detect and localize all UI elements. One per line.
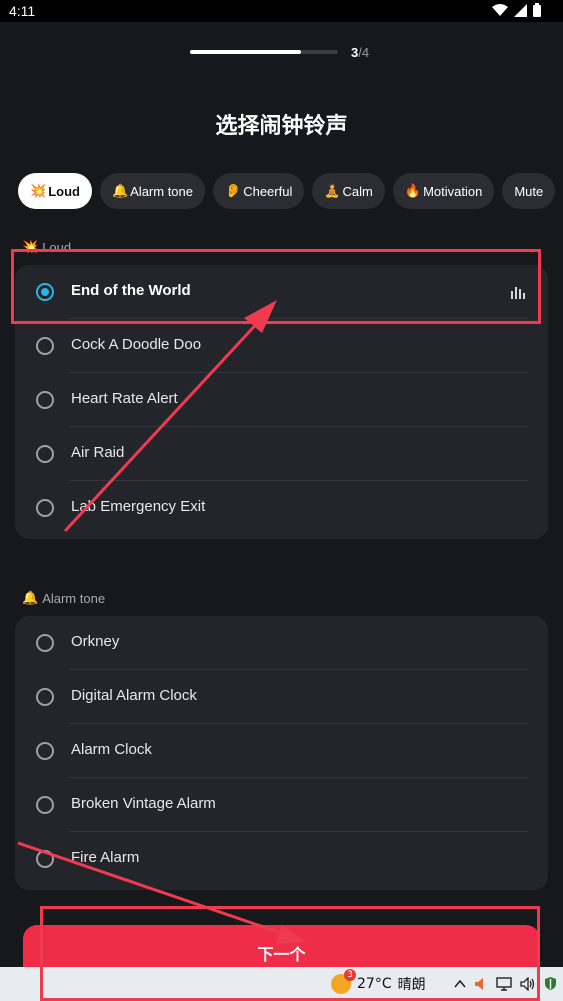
status-bar: 4:11 <box>0 0 563 22</box>
chip-motivation[interactable]: 🔥 Motivation <box>392 173 495 209</box>
section-label: Alarm tone <box>42 590 106 606</box>
ringtone-label: Heart Rate Alert <box>71 390 178 407</box>
ringtone-label: Alarm Clock <box>71 741 152 758</box>
ringtone-item[interactable]: Broken Vintage Alarm <box>15 778 548 832</box>
chevron-up-icon[interactable] <box>454 979 466 989</box>
chip-loud[interactable]: 💥 Loud <box>18 173 92 209</box>
section-title-alarm-tone: 🔔 Alarm tone <box>22 590 105 606</box>
weather-condition: 晴朗 <box>397 977 426 993</box>
ringtone-item[interactable]: Fire Alarm <box>15 832 548 886</box>
ringtone-label: Broken Vintage Alarm <box>71 795 216 812</box>
speaker-muted-icon[interactable] <box>474 977 488 991</box>
temperature: 27°C <box>357 976 392 992</box>
chip-label: Calm <box>342 183 373 199</box>
ringtone-item[interactable]: Digital Alarm Clock <box>15 670 548 724</box>
ringtone-label: Air Raid <box>71 444 125 461</box>
chip-label: Loud <box>48 183 80 199</box>
ringtone-label: Fire Alarm <box>71 849 140 866</box>
playing-bars-icon <box>511 287 525 299</box>
ringtone-label: Orkney <box>71 633 120 650</box>
ringtone-item[interactable]: Lab Emergency Exit <box>15 481 548 535</box>
weather-badge: 3 <box>344 969 356 981</box>
weather-widget[interactable]: 3 27°C 晴朗 <box>331 969 426 994</box>
ringtone-label: End of the World <box>71 282 191 299</box>
section-title-loud: 💥 Loud <box>22 239 71 255</box>
category-chips: 💥 Loud 🔔 Alarm tone 👂 Cheerful 🧘 Calm 🔥 Motivatio… <box>18 173 556 209</box>
radio-button[interactable] <box>36 796 54 814</box>
sun-icon: 3 <box>331 969 356 994</box>
progress-bar <box>190 50 338 54</box>
progress-fill <box>190 50 301 54</box>
battery-icon <box>533 3 541 17</box>
chip-label: Mute <box>514 183 544 199</box>
radio-button[interactable] <box>36 634 54 652</box>
status-time: 4:11 <box>9 3 36 19</box>
chip-emoji-icon: 🧘 <box>324 183 341 198</box>
chip-emoji-icon: 🔥 <box>404 183 422 198</box>
ringtone-item[interactable]: Heart Rate Alert <box>15 373 548 427</box>
ringtone-item[interactable]: Cock A Doodle Doo <box>15 319 548 373</box>
ringtone-label: Lab Emergency Exit <box>71 498 206 515</box>
chip-mute[interactable]: Mute <box>502 173 556 209</box>
radio-button[interactable] <box>36 337 54 355</box>
radio-button[interactable] <box>36 850 54 868</box>
radio-button[interactable] <box>36 445 54 463</box>
ringtone-list-alarm-tone: Orkney Digital Alarm Clock Alarm Clock Brok… <box>15 616 548 890</box>
radio-button[interactable] <box>36 391 54 409</box>
ringtone-item[interactable]: Alarm Clock <box>15 724 548 778</box>
chip-label: Alarm tone <box>130 183 194 199</box>
section-emoji: 💥 <box>22 239 39 254</box>
status-icons <box>492 3 541 17</box>
chip-alarm-tone[interactable]: 🔔 Alarm tone <box>99 173 206 209</box>
ringtone-list-loud: End of the World Cock A Doodle Doo Heart R… <box>15 265 548 539</box>
chip-calm[interactable]: 🧘 Calm <box>312 173 385 209</box>
ringtone-label: Cock A Doodle Doo <box>71 336 202 353</box>
chip-emoji-icon: 💥 <box>30 183 47 198</box>
chip-label: Cheerful <box>243 183 293 199</box>
radio-button[interactable] <box>36 499 54 517</box>
ringtone-item[interactable]: Air Raid <box>15 427 548 481</box>
chip-emoji-icon: 🔔 <box>111 183 129 198</box>
radio-button[interactable] <box>36 742 54 760</box>
radio-button[interactable] <box>36 688 54 706</box>
ringtone-item[interactable]: End of the World <box>15 265 548 319</box>
step-total: /4 <box>358 45 370 60</box>
radio-selected[interactable] <box>36 283 54 301</box>
system-tray <box>454 976 557 991</box>
section-label: Loud <box>42 239 72 255</box>
chip-cheerful[interactable]: 👂 Cheerful <box>213 173 305 209</box>
volume-icon[interactable] <box>520 976 536 991</box>
step-indicator: 3/4 <box>351 45 369 60</box>
wifi-icon <box>492 3 508 16</box>
windows-taskbar: 3 27°C 晴朗 <box>0 967 563 1001</box>
chip-label: Motivation <box>423 183 483 199</box>
network-icon[interactable] <box>496 976 512 991</box>
ringtone-item[interactable]: Orkney <box>15 616 548 670</box>
security-shield-icon[interactable] <box>544 976 557 991</box>
chip-emoji-icon: 👂 <box>225 183 242 198</box>
section-emoji: 🔔 <box>22 590 39 605</box>
page-title: 选择闹钟铃声 <box>215 114 348 139</box>
signal-icon <box>514 3 527 17</box>
ringtone-label: Digital Alarm Clock <box>71 687 197 704</box>
